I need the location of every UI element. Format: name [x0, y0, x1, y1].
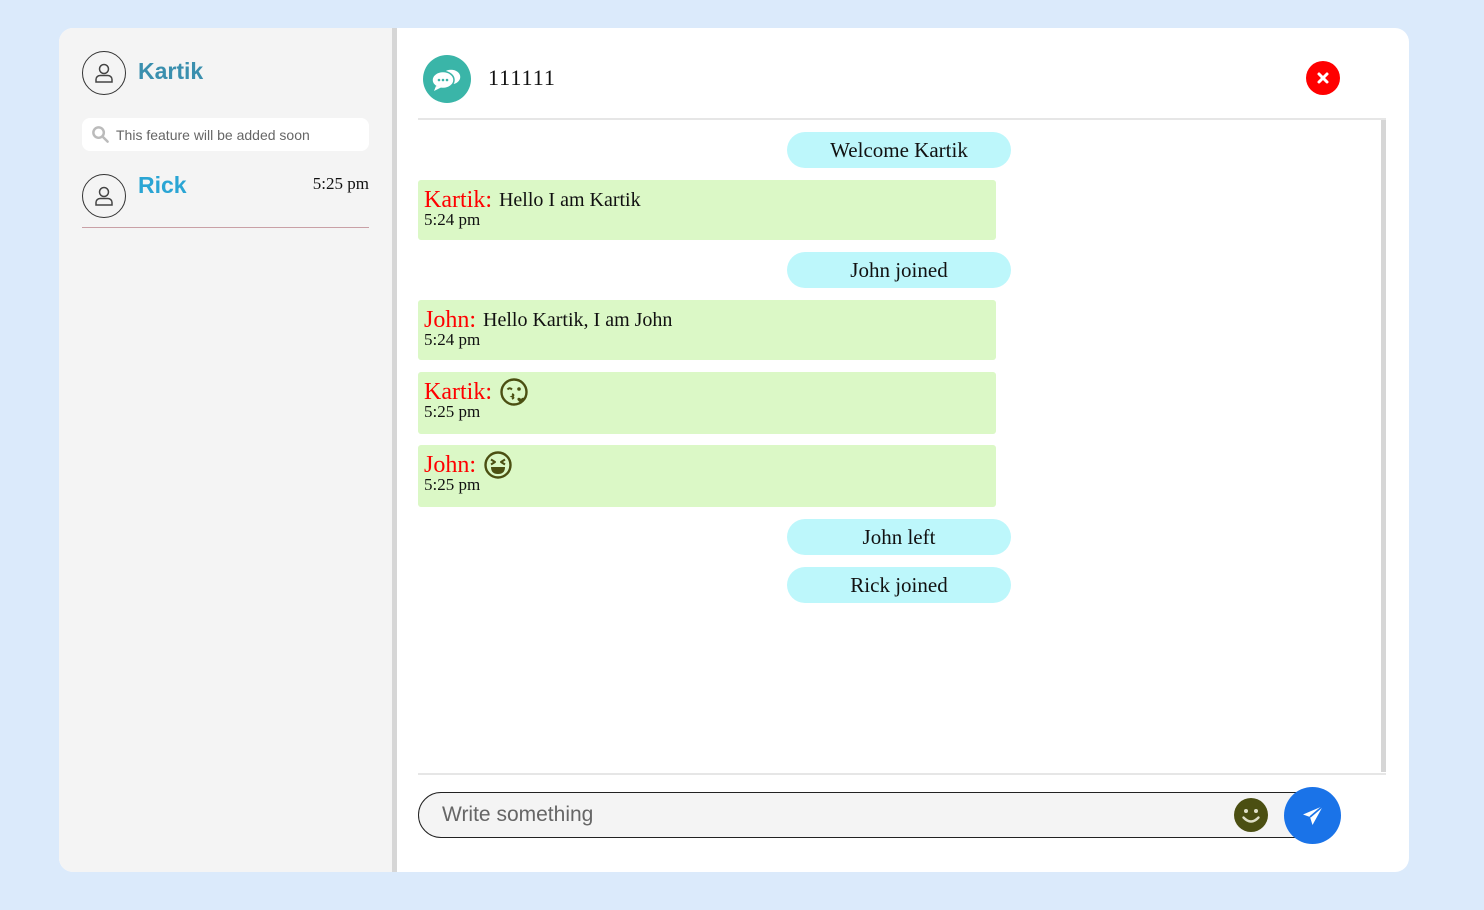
- system-notice: Welcome Kartik: [787, 132, 1011, 168]
- system-notice: Rick joined: [787, 567, 1011, 603]
- message-time: 5:24 pm: [424, 330, 481, 349]
- chat-message: Kartik: Hello I am Kartik 5:24 pm: [418, 180, 996, 240]
- user-icon: [95, 186, 113, 206]
- laughing-squint-emoji: [484, 451, 512, 479]
- chat-app: Kartik Rick 5:25 pm: [59, 28, 1409, 872]
- chat-bubbles-icon: [423, 55, 471, 103]
- message-text: Hello I am Kartik: [498, 188, 641, 211]
- message-input[interactable]: [442, 802, 1222, 828]
- send-icon: [1302, 804, 1324, 825]
- user-icon: [95, 63, 113, 83]
- chat-message: John: 5:25 pm: [418, 445, 996, 507]
- chat-message: John: Hello Kartik, I am John 5:24 pm: [418, 300, 996, 360]
- user-avatar[interactable]: [82, 51, 126, 95]
- composer-divider: [418, 773, 1386, 775]
- system-notice: John joined: [787, 252, 1011, 288]
- send-button[interactable]: [1284, 787, 1341, 844]
- search-icon: [90, 125, 110, 145]
- system-notice: John left: [787, 519, 1011, 555]
- user-name: Kartik: [138, 58, 204, 84]
- room-name: 111111: [488, 65, 556, 90]
- sidebar: Kartik Rick 5:25 pm: [59, 28, 397, 872]
- close-button[interactable]: [1306, 61, 1340, 95]
- contact-item[interactable]: Rick 5:25 pm: [82, 168, 369, 228]
- message-list[interactable]: Welcome Kartik Kartik: Hello I am Kartik…: [418, 120, 1386, 772]
- chat-header: 111111: [418, 28, 1386, 120]
- smiley-icon[interactable]: [1234, 798, 1268, 832]
- contact-time: 5:25 pm: [312, 174, 369, 193]
- chat-panel: 111111 Welcome Kartik Kartik: Hello I am…: [397, 28, 1409, 872]
- chat-message: Kartik: 5:25 pm: [418, 372, 996, 434]
- message-text: Hello Kartik, I am John: [483, 308, 673, 331]
- close-icon: [1317, 72, 1329, 84]
- message-time: 5:24 pm: [424, 210, 481, 229]
- search-box[interactable]: [82, 118, 369, 151]
- kissing-wink-heart-emoji: [500, 378, 528, 406]
- contact-name: Rick: [138, 172, 187, 198]
- contact-avatar: [82, 174, 126, 218]
- message-composer: [418, 792, 1318, 838]
- search-input[interactable]: [116, 126, 356, 143]
